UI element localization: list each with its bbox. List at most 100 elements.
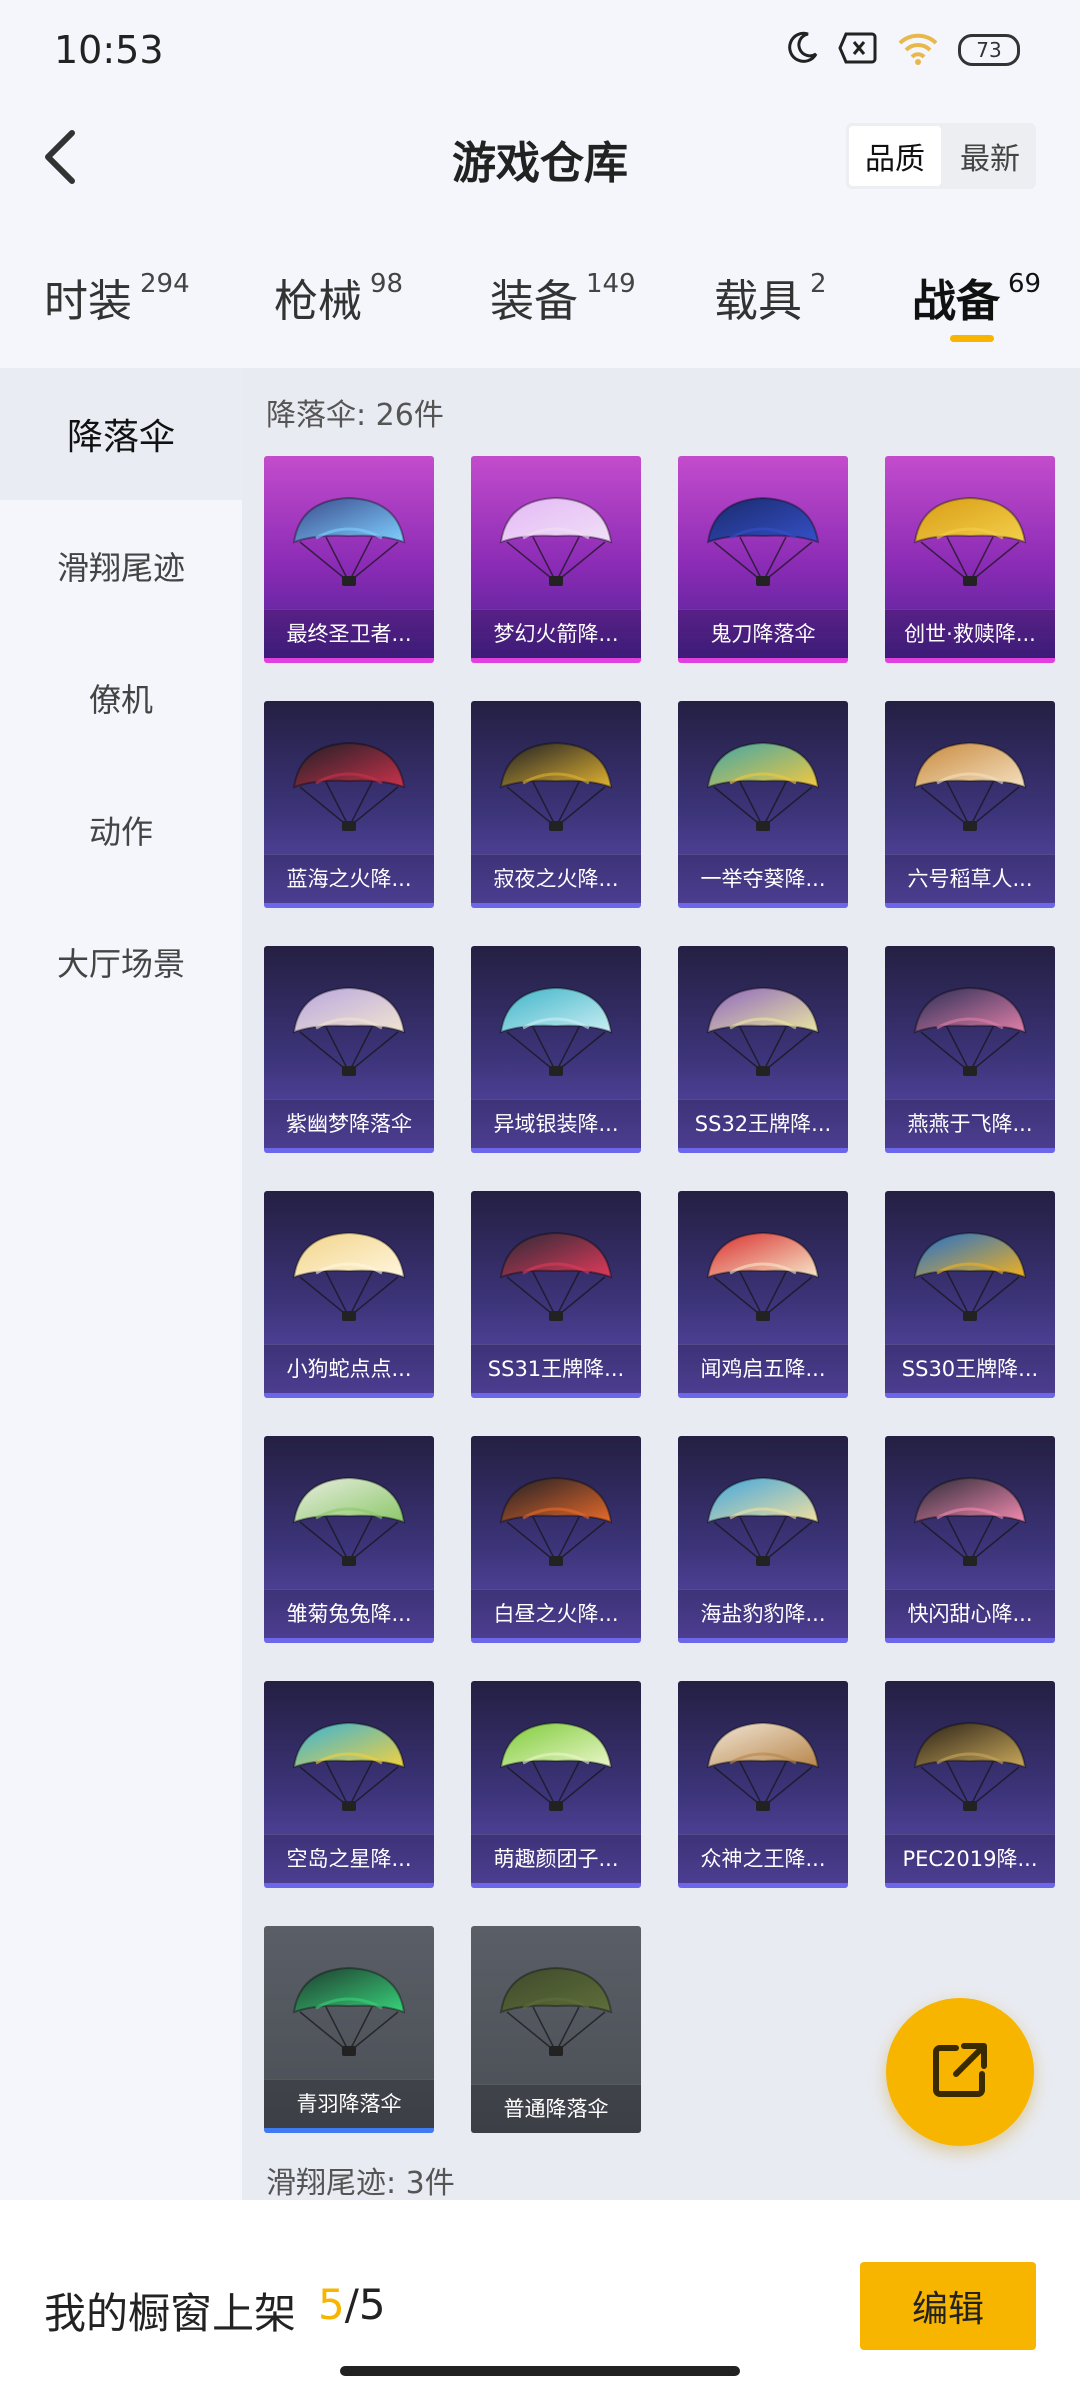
item-name: 快闪甜心降...: [885, 1589, 1055, 1638]
active-tab-indicator: [950, 335, 994, 342]
item-card[interactable]: 一举夺葵降...: [678, 701, 848, 908]
item-name: 燕燕于飞降...: [885, 1099, 1055, 1148]
item-name: 寂夜之火降...: [471, 854, 641, 903]
item-grid: 最终圣卫者... 梦幻火箭降... 鬼刀降落伞 创世·救赎降... 蓝海之火降... 寂夜…: [264, 456, 1064, 2133]
item-name: PEC2019降...: [885, 1834, 1055, 1883]
item-name: 最终圣卫者...: [264, 609, 434, 658]
sidebar-item-parachute[interactable]: 降落伞: [0, 368, 242, 500]
item-card[interactable]: 创世·救赎降...: [885, 456, 1055, 663]
parachute-icon: [286, 1225, 412, 1325]
moon-icon: [784, 30, 820, 70]
showcase-count: 5/5: [318, 2280, 386, 2329]
item-name: 众神之王降...: [678, 1834, 848, 1883]
item-card[interactable]: 海盐豹豹降...: [678, 1436, 848, 1643]
header: 游戏仓库 品质 最新: [0, 105, 1080, 210]
tab-equipment[interactable]: 装备 149: [490, 265, 636, 329]
parachute-icon: [907, 1470, 1033, 1570]
parachute-icon: [907, 980, 1033, 1080]
item-card[interactable]: 紫幽梦降落伞: [264, 946, 434, 1153]
item-card[interactable]: 闻鸡启五降...: [678, 1191, 848, 1398]
parachute-icon: [286, 1715, 412, 1815]
item-card[interactable]: 快闪甜心降...: [885, 1436, 1055, 1643]
parachute-icon: [286, 1470, 412, 1570]
item-name: 雏菊兔兔降...: [264, 1589, 434, 1638]
tab-label: 时装: [44, 276, 132, 327]
item-card[interactable]: 燕燕于飞降...: [885, 946, 1055, 1153]
item-card[interactable]: SS31王牌降...: [471, 1191, 641, 1398]
tab-count: 149: [586, 269, 636, 299]
parachute-icon: [286, 735, 412, 835]
item-card[interactable]: 鬼刀降落伞: [678, 456, 848, 663]
item-name: 空岛之星降...: [264, 1834, 434, 1883]
item-card[interactable]: 空岛之星降...: [264, 1681, 434, 1888]
category-tabs: 时装 294 枪械 98 装备 149 载具 2 战备 69: [0, 245, 1080, 350]
edit-button[interactable]: 编辑: [860, 2262, 1036, 2350]
section-title-parachute: 降落伞: 26件: [266, 398, 444, 433]
parachute-icon: [286, 490, 412, 590]
tab-label: 装备: [490, 276, 578, 327]
sim-off-icon: [838, 31, 878, 69]
parachute-icon: [493, 1715, 619, 1815]
tab-fashion[interactable]: 时装 294: [44, 265, 190, 329]
item-name: 萌趣颜团子...: [471, 1834, 641, 1883]
tab-label: 枪械: [274, 276, 362, 327]
parachute-icon: [700, 1470, 826, 1570]
item-card[interactable]: 最终圣卫者...: [264, 456, 434, 663]
sort-quality-button[interactable]: 品质: [849, 126, 941, 186]
item-name: 小狗蛇点点...: [264, 1344, 434, 1393]
parachute-icon: [493, 1960, 619, 2060]
item-name: 普通降落伞: [471, 2084, 641, 2133]
item-card[interactable]: 寂夜之火降...: [471, 701, 641, 908]
sidebar-item-lobby-scene[interactable]: 大厅场景: [0, 896, 242, 1028]
item-name: 蓝海之火降...: [264, 854, 434, 903]
parachute-icon: [700, 1225, 826, 1325]
sort-latest-button[interactable]: 最新: [944, 123, 1036, 189]
showcase-label: 我的橱窗上架: [44, 2289, 297, 2338]
status-icons: 73: [784, 30, 1020, 70]
parachute-icon: [907, 735, 1033, 835]
parachute-icon: [907, 490, 1033, 590]
status-bar: 10:53 73: [0, 0, 1080, 105]
tab-readiness[interactable]: 战备 69: [912, 265, 1041, 329]
item-name: 白昼之火降...: [471, 1589, 641, 1638]
item-name: 鬼刀降落伞: [678, 609, 848, 658]
showcase-current: 5: [318, 2280, 345, 2329]
item-name: SS31王牌降...: [471, 1344, 641, 1393]
item-card[interactable]: SS30王牌降...: [885, 1191, 1055, 1398]
item-card[interactable]: SS32王牌降...: [678, 946, 848, 1153]
item-card[interactable]: 萌趣颜团子...: [471, 1681, 641, 1888]
parachute-icon: [700, 735, 826, 835]
item-card[interactable]: 小狗蛇点点...: [264, 1191, 434, 1398]
tab-weapons[interactable]: 枪械 98: [274, 265, 403, 329]
tab-vehicles[interactable]: 载具 2: [714, 265, 827, 329]
item-card[interactable]: 六号稻草人...: [885, 701, 1055, 908]
sidebar-item-wingman[interactable]: 僚机: [0, 632, 242, 764]
parachute-icon: [493, 1225, 619, 1325]
item-card[interactable]: 蓝海之火降...: [264, 701, 434, 908]
sidebar-item-emote[interactable]: 动作: [0, 764, 242, 896]
tab-label: 载具: [714, 276, 802, 327]
item-card[interactable]: PEC2019降...: [885, 1681, 1055, 1888]
item-card[interactable]: 青羽降落伞: [264, 1926, 434, 2133]
parachute-icon: [907, 1715, 1033, 1815]
item-card[interactable]: 雏菊兔兔降...: [264, 1436, 434, 1643]
item-name: 闻鸡启五降...: [678, 1344, 848, 1393]
share-icon: [928, 2038, 992, 2106]
sidebar-item-glide-trail[interactable]: 滑翔尾迹: [0, 500, 242, 632]
parachute-icon: [286, 1960, 412, 2060]
section-title-glide-trail: 滑翔尾迹: 3件: [266, 2166, 455, 2201]
item-name: 海盐豹豹降...: [678, 1589, 848, 1638]
item-card[interactable]: 梦幻火箭降...: [471, 456, 641, 663]
item-name: SS32王牌降...: [678, 1099, 848, 1148]
tab-count: 2: [810, 269, 827, 299]
share-button[interactable]: [886, 1998, 1034, 2146]
item-card[interactable]: 普通降落伞: [471, 1926, 641, 2133]
item-name: 六号稻草人...: [885, 854, 1055, 903]
status-time: 10:53: [54, 28, 164, 72]
tab-count: 98: [370, 269, 404, 299]
tab-count: 69: [1008, 269, 1042, 299]
item-card[interactable]: 白昼之火降...: [471, 1436, 641, 1643]
item-card[interactable]: 众神之王降...: [678, 1681, 848, 1888]
parachute-icon: [700, 490, 826, 590]
item-card[interactable]: 异域银装降...: [471, 946, 641, 1153]
